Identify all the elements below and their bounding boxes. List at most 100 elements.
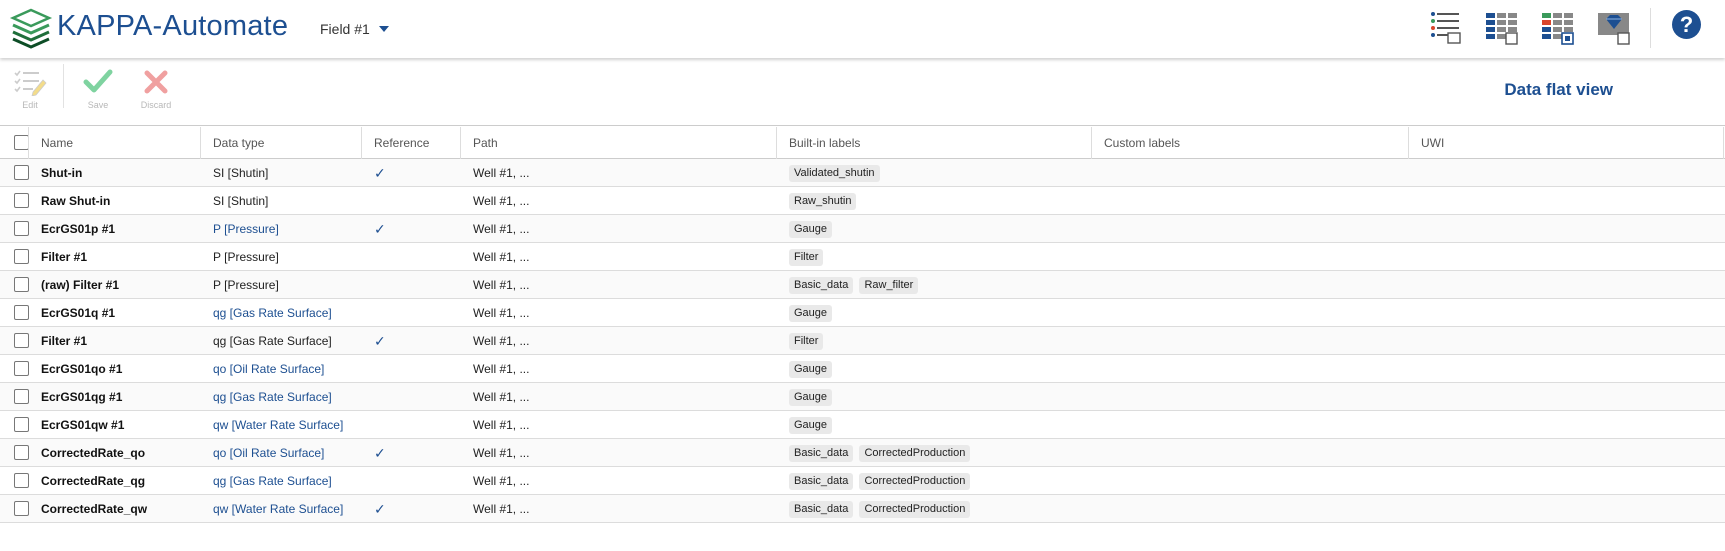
table-row[interactable]: (raw) Filter #1 P [Pressure] Well #1, ... B… bbox=[0, 271, 1725, 299]
row-checkbox[interactable] bbox=[14, 221, 29, 236]
data-gem-view-icon[interactable] bbox=[1596, 10, 1632, 46]
row-name: CorrectedRate_qo bbox=[41, 446, 146, 460]
row-reference-checkmark: ✓ bbox=[374, 501, 386, 517]
table-row[interactable]: Shut-in SI [Shutin] ✓ Well #1, ... Validated… bbox=[0, 159, 1725, 187]
row-data-type[interactable]: qo [Oil Rate Surface] bbox=[213, 439, 324, 467]
table-row[interactable]: CorrectedRate_qo qo [Oil Rate Surface] ✓ We… bbox=[0, 439, 1725, 467]
table-row[interactable]: EcrGS01qg #1 qg [Gas Rate Surface] Well #1… bbox=[0, 383, 1725, 411]
discard-button[interactable]: Discard bbox=[128, 68, 184, 110]
row-path: Well #1, ... bbox=[473, 418, 530, 432]
caret-down-icon bbox=[378, 26, 389, 32]
checkmark-icon bbox=[83, 69, 113, 93]
help-icon[interactable]: ? bbox=[1672, 10, 1701, 39]
table-row[interactable]: Filter #1 P [Pressure] Well #1, ... Filter bbox=[0, 243, 1725, 271]
row-builtin-labels: Basic_data CorrectedProduction bbox=[789, 495, 971, 523]
field-selector[interactable]: Field #1 bbox=[320, 21, 389, 37]
label-chip: Raw_filter bbox=[859, 276, 919, 294]
edit-button[interactable]: Edit bbox=[2, 68, 58, 110]
save-button[interactable]: Save bbox=[70, 68, 126, 110]
row-checkbox[interactable] bbox=[14, 473, 29, 488]
label-chip: Basic_data bbox=[789, 444, 854, 462]
row-checkbox[interactable] bbox=[14, 361, 29, 376]
row-data-type[interactable]: qw [Water Rate Surface] bbox=[213, 495, 343, 523]
label-chip: Raw_shutin bbox=[789, 192, 857, 210]
row-path: Well #1, ... bbox=[473, 222, 530, 236]
row-data-type: qg [Gas Rate Surface] bbox=[213, 334, 332, 348]
row-data-type[interactable]: P [Pressure] bbox=[213, 215, 279, 243]
column-header-reference[interactable]: Reference bbox=[361, 126, 429, 159]
colored-grid-view-icon[interactable] bbox=[1540, 10, 1576, 46]
label-chip: Filter bbox=[789, 332, 824, 350]
header-divider bbox=[1650, 8, 1651, 48]
row-builtin-labels: Gauge bbox=[789, 383, 833, 411]
row-reference-checkmark: ✓ bbox=[374, 333, 386, 349]
table-row[interactable]: EcrGS01qo #1 qo [Oil Rate Surface] Well #1… bbox=[0, 355, 1725, 383]
row-builtin-labels: Gauge bbox=[789, 355, 833, 383]
table-row[interactable]: EcrGS01q #1 qg [Gas Rate Surface] Well #1,… bbox=[0, 299, 1725, 327]
app-header: KAPPA-Automate Field #1 ? bbox=[0, 0, 1725, 58]
row-data-type[interactable]: qo [Oil Rate Surface] bbox=[213, 355, 324, 383]
table-row[interactable]: EcrGS01p #1 P [Pressure] ✓ Well #1, ... Gaug… bbox=[0, 215, 1725, 243]
row-data-type: SI [Shutin] bbox=[213, 194, 269, 208]
label-chip: Basic_data bbox=[789, 472, 854, 490]
row-name: EcrGS01qg #1 bbox=[41, 390, 123, 404]
row-builtin-labels: Raw_shutin bbox=[789, 187, 857, 215]
row-checkbox[interactable] bbox=[14, 165, 29, 180]
close-icon bbox=[144, 70, 168, 94]
row-path: Well #1, ... bbox=[473, 502, 530, 516]
row-path: Well #1, ... bbox=[473, 474, 530, 488]
label-chip: Gauge bbox=[789, 220, 833, 238]
table-row[interactable]: Raw Shut-in SI [Shutin] Well #1, ... Raw_sh… bbox=[0, 187, 1725, 215]
list-tree-icon[interactable] bbox=[1428, 10, 1464, 46]
column-header-builtin-labels[interactable]: Built-in labels bbox=[776, 126, 860, 159]
label-chip: Validated_shutin bbox=[789, 164, 880, 182]
save-label: Save bbox=[87, 100, 109, 110]
data-table: Name Data type Reference Path Built-in l… bbox=[0, 126, 1725, 523]
row-builtin-labels: Gauge bbox=[789, 299, 833, 327]
row-data-type[interactable]: qg [Gas Rate Surface] bbox=[213, 467, 332, 495]
column-header-custom-labels[interactable]: Custom labels bbox=[1091, 126, 1180, 159]
row-data-type[interactable]: qg [Gas Rate Surface] bbox=[213, 299, 332, 327]
row-name: EcrGS01qo #1 bbox=[41, 362, 123, 376]
label-chip: CorrectedProduction bbox=[859, 444, 971, 462]
row-path: Well #1, ... bbox=[473, 306, 530, 320]
select-all-checkbox[interactable] bbox=[14, 135, 29, 150]
row-checkbox[interactable] bbox=[14, 445, 29, 460]
row-data-type[interactable]: qw [Water Rate Surface] bbox=[213, 411, 343, 439]
edit-list-icon bbox=[14, 70, 47, 96]
row-builtin-labels: Gauge bbox=[789, 411, 833, 439]
row-name: EcrGS01qw #1 bbox=[41, 418, 125, 432]
row-checkbox[interactable] bbox=[14, 305, 29, 320]
column-header-uwi[interactable]: UWI bbox=[1408, 126, 1444, 159]
toolbar: Edit Save Discard Data flat view bbox=[0, 58, 1725, 126]
row-checkbox[interactable] bbox=[14, 193, 29, 208]
row-checkbox[interactable] bbox=[14, 249, 29, 264]
row-checkbox[interactable] bbox=[14, 333, 29, 348]
row-builtin-labels: Filter bbox=[789, 243, 824, 271]
row-name: (raw) Filter #1 bbox=[41, 278, 120, 292]
row-path: Well #1, ... bbox=[473, 166, 530, 180]
row-data-type: P [Pressure] bbox=[213, 278, 279, 292]
table-row[interactable]: Filter #1 qg [Gas Rate Surface] ✓ Well #1, … bbox=[0, 327, 1725, 355]
row-checkbox[interactable] bbox=[14, 277, 29, 292]
column-header-data-type[interactable]: Data type bbox=[200, 126, 264, 159]
view-title: Data flat view bbox=[1504, 80, 1613, 99]
column-header-path[interactable]: Path bbox=[460, 126, 498, 159]
row-data-type[interactable]: qg [Gas Rate Surface] bbox=[213, 383, 332, 411]
row-path: Well #1, ... bbox=[473, 446, 530, 460]
table-row[interactable]: EcrGS01qw #1 qw [Water Rate Surface] Well … bbox=[0, 411, 1725, 439]
kappa-logo-icon bbox=[9, 8, 53, 49]
row-name: Shut-in bbox=[41, 166, 83, 180]
column-header-name[interactable]: Name bbox=[28, 126, 73, 159]
row-name: CorrectedRate_qg bbox=[41, 474, 146, 488]
row-checkbox[interactable] bbox=[14, 389, 29, 404]
row-name: Raw Shut-in bbox=[41, 194, 111, 208]
row-builtin-labels: Filter bbox=[789, 327, 824, 355]
row-name: EcrGS01q #1 bbox=[41, 306, 116, 320]
row-builtin-labels: Basic_data Raw_filter bbox=[789, 271, 919, 299]
table-row[interactable]: CorrectedRate_qg qg [Gas Rate Surface] Wel… bbox=[0, 467, 1725, 495]
row-checkbox[interactable] bbox=[14, 501, 29, 516]
grid-view-icon[interactable] bbox=[1484, 10, 1520, 46]
row-checkbox[interactable] bbox=[14, 417, 29, 432]
table-row[interactable]: CorrectedRate_qw qw [Water Rate Surface] ✓… bbox=[0, 495, 1725, 523]
